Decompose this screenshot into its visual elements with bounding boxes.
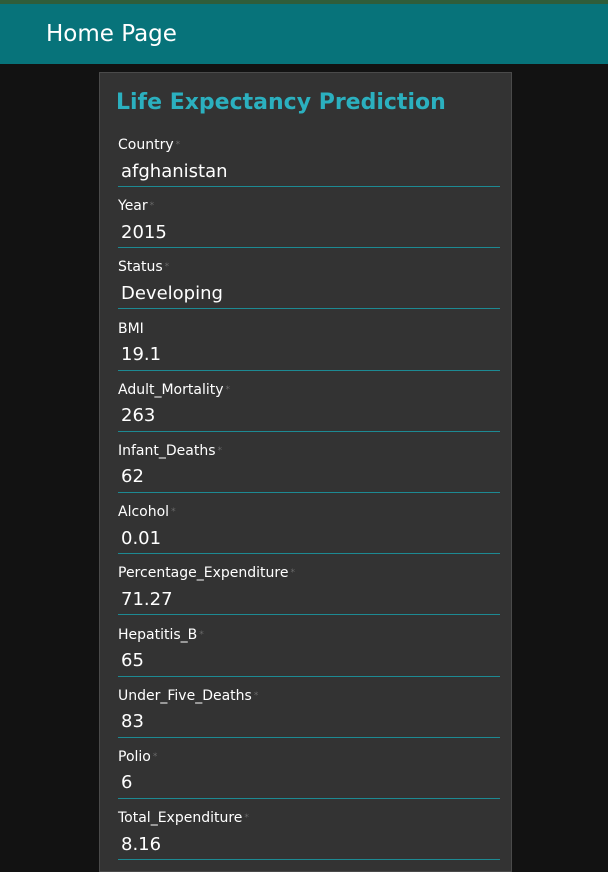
adult-mortality-input[interactable] <box>118 400 500 432</box>
percentage-expenditure-input[interactable] <box>118 584 500 616</box>
field-country: Country * <box>118 134 500 195</box>
form-fields: Country* Year* Status* BMI Adult_Mortali… <box>118 134 500 868</box>
field-status: Status * <box>118 256 500 317</box>
required-mark: * <box>171 507 176 518</box>
field-adult-mortality: Adult_Mortality * <box>118 379 500 440</box>
required-mark: * <box>290 568 295 579</box>
prediction-form-card: Life Expectancy Prediction Country* Year… <box>99 72 512 872</box>
hepatitis-b-input[interactable] <box>118 645 500 677</box>
required-mark: * <box>152 751 158 762</box>
field-label-adult-mortality: Adult_Mortality * <box>118 381 231 398</box>
required-mark: * <box>149 201 155 212</box>
field-infant-deaths: Infant_Deaths * <box>118 440 500 501</box>
field-total-expenditure: Total_Expenditure * <box>118 807 500 868</box>
required-mark: * <box>199 629 204 640</box>
field-label-under-five-deaths: Under_Five_Deaths * <box>118 687 259 704</box>
required-mark: * <box>164 262 170 273</box>
field-label-total-expenditure: Total_Expenditure * <box>118 810 249 827</box>
field-label-status: Status * <box>118 259 170 276</box>
bmi-input[interactable] <box>118 339 500 371</box>
field-alcohol: Alcohol * <box>118 501 500 562</box>
field-label-percentage-expenditure: Percentage_Expenditure * <box>118 565 295 582</box>
alcohol-input[interactable] <box>118 523 500 555</box>
country-input[interactable] <box>118 156 500 187</box>
field-year: Year * <box>118 195 500 256</box>
field-hepatitis-b: Hepatitis_B * <box>118 624 500 685</box>
field-bmi: BMI <box>118 318 500 379</box>
navbar: Home Page <box>0 4 608 64</box>
required-mark: * <box>175 140 181 150</box>
field-under-five-deaths: Under_Five_Deaths * <box>118 685 500 746</box>
home-page-link[interactable]: Home Page <box>46 19 177 49</box>
field-label-country: Country * <box>118 137 181 153</box>
required-mark: * <box>217 445 223 456</box>
required-mark: * <box>225 384 231 395</box>
required-mark: * <box>244 813 249 824</box>
field-label-hepatitis-b: Hepatitis_B * <box>118 626 204 643</box>
field-label-bmi: BMI <box>118 320 144 337</box>
total-expenditure-input[interactable] <box>118 829 500 861</box>
field-label-infant-deaths: Infant_Deaths * <box>118 442 223 459</box>
field-polio: Polio * <box>118 746 500 807</box>
field-label-polio: Polio * <box>118 748 158 765</box>
polio-input[interactable] <box>118 767 500 799</box>
form-title: Life Expectancy Prediction <box>116 90 446 115</box>
infant-deaths-input[interactable] <box>118 461 500 493</box>
field-percentage-expenditure: Percentage_Expenditure * <box>118 562 500 623</box>
field-label-year: Year * <box>118 198 155 215</box>
status-input[interactable] <box>118 278 500 310</box>
under-five-deaths-input[interactable] <box>118 706 500 738</box>
required-mark: * <box>253 690 259 701</box>
field-label-alcohol: Alcohol * <box>118 504 176 521</box>
year-input[interactable] <box>118 217 500 249</box>
